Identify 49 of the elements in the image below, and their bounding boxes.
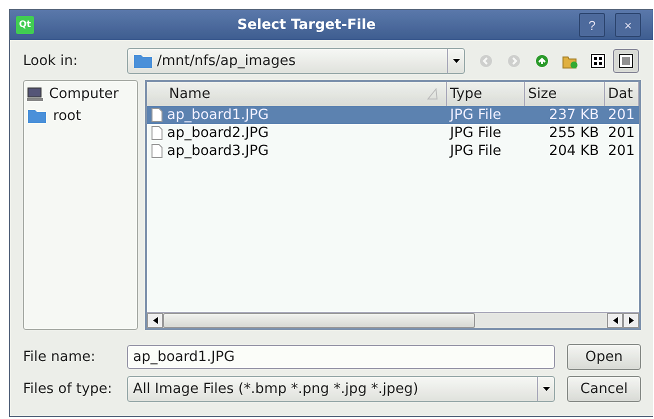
file-type-label: Files of type: bbox=[23, 381, 114, 397]
folder-icon bbox=[27, 108, 47, 124]
new-folder-icon bbox=[562, 54, 578, 68]
table-cell: JPG File bbox=[450, 143, 502, 159]
help-button[interactable]: ? bbox=[579, 13, 605, 37]
scroll-left-icon bbox=[152, 317, 158, 324]
table-cell: 237 KB bbox=[549, 107, 599, 123]
horizontal-scrollbar[interactable] bbox=[147, 312, 639, 328]
look-in-label: Look in: bbox=[23, 53, 79, 69]
table-cell: 204 KB bbox=[549, 143, 599, 159]
sidebar-item[interactable]: Computer bbox=[27, 84, 134, 104]
table-cell: JPG File bbox=[450, 107, 502, 123]
file-icon bbox=[151, 144, 163, 158]
file-row[interactable]: ap_board2.JPG JPG File 255 KB 201 bbox=[147, 124, 639, 142]
dropdown-arrow-icon bbox=[452, 59, 460, 63]
look-in-dropdown[interactable]: /mnt/nfs/ap_images bbox=[127, 48, 465, 74]
list-view-icon bbox=[619, 54, 633, 68]
table-cell: ap_board2.JPG bbox=[167, 125, 269, 141]
file-type-dropdown[interactable]: All Image Files (*.bmp *.png *.jpg *.jpeg) bbox=[127, 376, 555, 402]
folder-icon bbox=[133, 53, 153, 69]
detail-view-button[interactable] bbox=[613, 49, 639, 73]
table-cell: ap_board3.JPG bbox=[167, 143, 269, 159]
table-cell: 201 bbox=[608, 125, 635, 141]
cancel-button[interactable]: Cancel bbox=[567, 376, 641, 402]
close-button[interactable]: × bbox=[615, 13, 641, 37]
table-cell: ap_board1.JPG bbox=[167, 107, 269, 123]
sort-indicator-icon bbox=[426, 88, 438, 100]
file-name-label: File name: bbox=[23, 349, 96, 365]
file-row[interactable]: ap_board3.JPG JPG File 204 KB 201 bbox=[147, 142, 639, 160]
window-title: Select Target-File bbox=[236, 17, 377, 33]
open-button[interactable]: Open bbox=[567, 344, 641, 370]
column-header[interactable]: Dat bbox=[605, 82, 639, 106]
app-logo: Qt bbox=[16, 16, 34, 34]
column-header[interactable]: Type bbox=[447, 82, 525, 106]
dropdown-arrow-icon bbox=[542, 387, 550, 391]
file-icon bbox=[151, 108, 163, 122]
sidebar-item[interactable]: root bbox=[27, 106, 134, 126]
file-name-field[interactable]: ap_board1.JPG bbox=[127, 345, 555, 369]
table-cell: 255 KB bbox=[549, 125, 599, 141]
table-cell: 201 bbox=[608, 143, 635, 159]
computer-icon bbox=[27, 86, 43, 102]
column-header[interactable]: Name bbox=[147, 82, 447, 106]
table-cell: 201 bbox=[608, 107, 635, 123]
grid-view-icon bbox=[591, 54, 605, 68]
table-cell: JPG File bbox=[450, 125, 502, 141]
scroll-right-icon bbox=[628, 317, 634, 324]
column-header[interactable]: Size bbox=[525, 82, 605, 106]
scroll-left-icon bbox=[612, 317, 618, 324]
file-icon bbox=[151, 126, 163, 140]
